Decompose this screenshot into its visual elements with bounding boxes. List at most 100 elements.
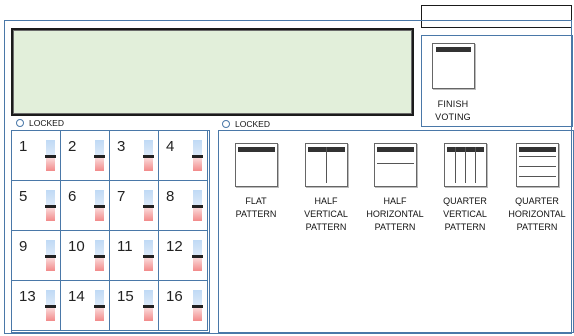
lock-label: LOCKED	[235, 119, 270, 129]
fader-knob-icon[interactable]	[45, 305, 56, 308]
pattern-divider-icon	[519, 166, 556, 167]
pattern-button-2[interactable]	[374, 143, 417, 187]
fader-cell: 6	[61, 181, 110, 231]
fader-knob-icon[interactable]	[94, 255, 105, 258]
fader-knob-icon[interactable]	[192, 305, 203, 308]
lock-label: LOCKED	[29, 118, 64, 128]
fader-number: 5	[19, 188, 28, 205]
fader-knob-icon[interactable]	[45, 255, 56, 258]
pattern-button-4[interactable]	[516, 143, 559, 187]
fader-number: 8	[166, 188, 175, 205]
pattern-label-line: PATTERN	[305, 222, 347, 232]
fader-slider[interactable]	[45, 190, 56, 221]
pattern-label-line: VERTICAL	[304, 209, 348, 219]
pattern-divider-icon	[326, 147, 327, 183]
pattern-button-3[interactable]	[444, 143, 487, 187]
fader-cell: 14	[61, 281, 110, 331]
fader-knob-icon[interactable]	[192, 205, 203, 208]
fader-cell: 9	[12, 231, 61, 281]
fader-cell: 15	[110, 281, 159, 331]
lock-radio-icon[interactable]	[222, 120, 230, 128]
fader-number: 13	[19, 288, 36, 305]
fader-knob-icon[interactable]	[192, 155, 203, 158]
pattern-bar-icon	[519, 147, 556, 152]
fader-knob-icon[interactable]	[45, 155, 56, 158]
fader-number: 15	[117, 288, 134, 305]
pattern-label-line: HORIZONTAL	[366, 209, 424, 219]
finish-voting-label: FINISH VOTING	[435, 99, 471, 122]
fader-knob-icon[interactable]	[143, 255, 154, 258]
fader-knob-icon[interactable]	[143, 305, 154, 308]
fader-slider[interactable]	[143, 290, 154, 321]
fader-cell: 8	[159, 181, 208, 231]
pattern-label: HALF HORIZONTAL PATTERN	[355, 195, 435, 234]
fader-slider[interactable]	[143, 140, 154, 171]
fader-slider[interactable]	[94, 290, 105, 321]
fader-slider[interactable]	[192, 190, 203, 221]
fader-knob-icon[interactable]	[192, 255, 203, 258]
pattern-divider-icon	[455, 147, 456, 183]
pattern-divider-icon	[519, 156, 556, 157]
fader-number: 16	[166, 288, 183, 305]
pattern-bar-icon	[238, 147, 275, 152]
fader-number: 14	[68, 288, 85, 305]
pattern-label: FLAT PATTERN	[216, 195, 296, 221]
fader-cell: 4	[159, 131, 208, 181]
fader-number: 7	[117, 188, 126, 205]
lock-radio-icon[interactable]	[16, 119, 24, 127]
fader-number: 11	[117, 238, 133, 255]
fader-cell: 1	[12, 131, 61, 181]
fader-slider[interactable]	[94, 240, 105, 271]
pattern-label-line: FLAT	[245, 196, 267, 206]
finish-voting-button[interactable]	[432, 43, 475, 89]
fader-slider[interactable]	[45, 290, 56, 321]
fader-number: 6	[68, 188, 77, 205]
fader-number: 1	[19, 138, 28, 155]
fader-knob-icon[interactable]	[94, 205, 105, 208]
button-bar-icon	[436, 47, 471, 52]
pattern-divider-icon	[465, 147, 466, 183]
pattern-bar-icon	[377, 147, 414, 152]
fader-slider[interactable]	[192, 140, 203, 171]
fader-slider[interactable]	[94, 190, 105, 221]
pattern-label-line: QUARTER	[443, 196, 487, 206]
pattern-label-line: PATTERN	[374, 222, 416, 232]
pattern-label: HALF VERTICAL PATTERN	[286, 195, 366, 234]
pattern-label-line: PATTERN	[444, 222, 486, 232]
pattern-label-line: VERTICAL	[443, 209, 487, 219]
pattern-label-line: HORIZONTAL	[508, 209, 566, 219]
pattern-label-line: PATTERN	[235, 209, 277, 219]
fader-slider[interactable]	[143, 190, 154, 221]
fader-slider[interactable]	[45, 240, 56, 271]
fader-knob-icon[interactable]	[94, 155, 105, 158]
fader-cell: 2	[61, 131, 110, 181]
fader-number: 4	[166, 138, 175, 155]
pattern-label-line: QUARTER	[515, 196, 559, 206]
fader-slider[interactable]	[45, 140, 56, 171]
fader-knob-icon[interactable]	[94, 305, 105, 308]
fader-cell: 13	[12, 281, 61, 331]
pattern-label-line: HALF	[383, 196, 407, 206]
fader-slider[interactable]	[143, 240, 154, 271]
fader-knob-icon[interactable]	[45, 205, 56, 208]
fader-slider[interactable]	[192, 240, 203, 271]
fader-number: 10	[68, 238, 85, 255]
display-screen	[11, 28, 414, 116]
right-lock-toggle[interactable]: LOCKED	[222, 119, 270, 129]
fader-number: 3	[117, 138, 126, 155]
fader-knob-icon[interactable]	[143, 205, 154, 208]
left-lock-toggle[interactable]: LOCKED	[16, 118, 64, 128]
fader-cell: 3	[110, 131, 159, 181]
pattern-button-0[interactable]	[235, 143, 278, 187]
fader-slider[interactable]	[192, 290, 203, 321]
pattern-label: QUARTER VERTICAL PATTERN	[425, 195, 505, 234]
pattern-button-1[interactable]	[305, 143, 348, 187]
fader-number: 9	[19, 238, 28, 255]
fader-knob-icon[interactable]	[143, 155, 154, 158]
pattern-label: QUARTER HORIZONTAL PATTERN	[497, 195, 574, 234]
fader-number: 12	[166, 238, 183, 255]
fader-cell: 16	[159, 281, 208, 331]
fader-slider[interactable]	[94, 140, 105, 171]
fader-cell: 5	[12, 181, 61, 231]
pattern-label-line: HALF	[314, 196, 338, 206]
